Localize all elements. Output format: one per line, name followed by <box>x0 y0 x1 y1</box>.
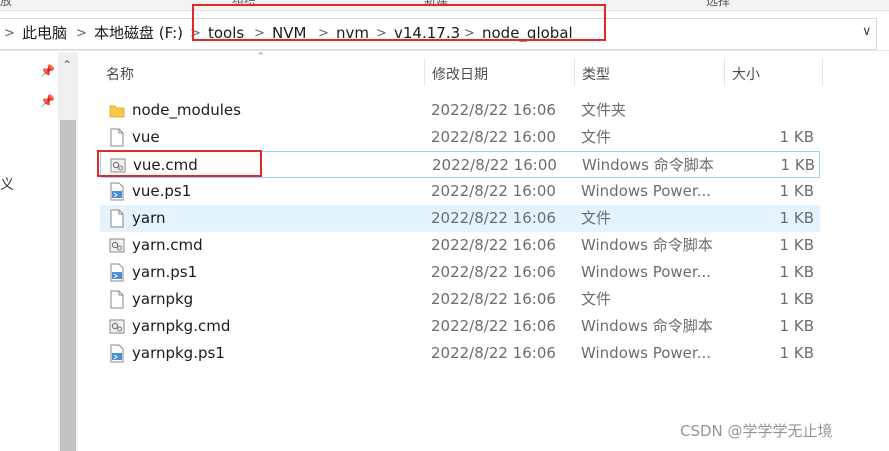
file-row-vue[interactable]: vue 2022/8/22 16:00 文件 1 KB <box>100 124 820 151</box>
chevron-right-icon[interactable]: > <box>76 24 87 44</box>
ribbon-label[interactable]: 选择 <box>706 0 730 9</box>
file-type: Windows 命令脚本 <box>581 317 713 335</box>
column-divider[interactable] <box>424 58 425 86</box>
file-type: Windows 命令脚本 <box>581 236 713 254</box>
file-date: 2022/8/22 16:06 <box>431 290 556 308</box>
nav-item-partial[interactable]: 义 <box>0 174 14 194</box>
file-icon <box>109 209 125 228</box>
file-icon <box>109 128 125 147</box>
file-size: 1 KB <box>779 263 814 281</box>
file-row-vue-ps1[interactable]: vue.ps1 2022/8/22 16:00 Windows Power...… <box>100 178 820 205</box>
file-size: 1 KB <box>779 236 814 254</box>
file-type: 文件夹 <box>581 101 627 119</box>
powershell-script-icon <box>109 344 125 363</box>
file-type: Windows Power... <box>581 182 712 200</box>
file-row-yarnpkg[interactable]: yarnpkg 2022/8/22 16:06 文件 1 KB <box>100 286 820 313</box>
file-name: node_modules <box>132 101 241 119</box>
pin-icon[interactable]: 📌 <box>40 94 55 108</box>
cmd-script-icon <box>109 317 125 336</box>
file-name: yarnpkg.cmd <box>132 317 231 335</box>
file-date: 2022/8/22 16:00 <box>432 156 557 174</box>
file-date: 2022/8/22 16:06 <box>431 209 556 227</box>
file-type: 文件 <box>581 128 612 146</box>
file-date: 2022/8/22 16:00 <box>431 182 556 200</box>
column-header-type[interactable]: 类型 <box>582 64 610 84</box>
watermark: CSDN @学学学无止境 <box>680 422 833 440</box>
nav-scrollbar[interactable]: ⌃ <box>58 52 78 451</box>
file-row-yarnpkg-ps1[interactable]: yarnpkg.ps1 2022/8/22 16:06 Windows Powe… <box>100 340 820 367</box>
cmd-script-icon <box>109 236 125 255</box>
powershell-script-icon <box>109 263 125 282</box>
column-divider[interactable] <box>724 58 725 86</box>
powershell-script-icon <box>109 182 125 201</box>
file-name: yarn <box>132 209 166 227</box>
file-size: 1 KB <box>779 317 814 335</box>
file-date: 2022/8/22 16:06 <box>431 101 556 119</box>
file-size: 1 KB <box>780 156 815 174</box>
sort-ascending-icon: ⌃ <box>256 50 266 63</box>
file-row-node-modules[interactable]: node_modules 2022/8/22 16:06 文件夹 <box>100 97 820 124</box>
column-header-size[interactable]: 大小 <box>732 64 760 84</box>
file-row-yarn[interactable]: yarn 2022/8/22 16:06 文件 1 KB <box>100 205 820 232</box>
file-name: yarn.ps1 <box>132 263 198 281</box>
breadcrumb-drive[interactable]: 本地磁盘 (F:) <box>94 23 183 43</box>
address-highlight-annotation <box>192 4 606 41</box>
file-date: 2022/8/22 16:00 <box>431 128 556 146</box>
file-date: 2022/8/22 16:06 <box>431 317 556 335</box>
file-name: yarnpkg.ps1 <box>132 344 225 362</box>
pin-icon[interactable]: 📌 <box>40 64 55 78</box>
column-header-date[interactable]: 修改日期 <box>432 64 488 84</box>
file-size: 1 KB <box>779 290 814 308</box>
chevron-down-icon[interactable]: ∨ <box>862 24 872 39</box>
file-size: 1 KB <box>779 128 814 146</box>
scroll-up-icon[interactable]: ⌃ <box>62 58 72 72</box>
file-name: yarnpkg <box>132 290 194 308</box>
column-header-name[interactable]: 名称 <box>106 64 134 84</box>
file-type: 文件 <box>581 290 612 308</box>
file-size: 1 KB <box>779 209 814 227</box>
breadcrumb-this-pc[interactable]: 此电脑 <box>22 23 67 43</box>
file-size: 1 KB <box>779 182 814 200</box>
file-date: 2022/8/22 16:06 <box>431 344 556 362</box>
ribbon-label[interactable]: 放 <box>0 0 12 9</box>
file-highlight-annotation <box>97 150 262 177</box>
chevron-right-icon[interactable]: > <box>4 24 15 44</box>
file-type: 文件 <box>581 209 612 227</box>
file-date: 2022/8/22 16:06 <box>431 236 556 254</box>
file-name: vue <box>132 128 160 146</box>
file-icon <box>109 290 125 309</box>
file-row-yarn-ps1[interactable]: yarn.ps1 2022/8/22 16:06 Windows Power..… <box>100 259 820 286</box>
file-name: yarn.cmd <box>132 236 203 254</box>
folder-icon <box>109 101 125 120</box>
navigation-pane: 📌 📌 义 <box>0 52 58 451</box>
column-divider[interactable] <box>574 58 575 86</box>
file-name: vue.ps1 <box>132 182 192 200</box>
file-type: Windows 命令脚本 <box>582 156 714 174</box>
file-type: Windows Power... <box>581 263 712 281</box>
file-row-yarn-cmd[interactable]: yarn.cmd 2022/8/22 16:06 Windows 命令脚本 1 … <box>100 232 820 259</box>
column-divider[interactable] <box>822 58 823 86</box>
scrollbar-thumb[interactable] <box>60 120 76 451</box>
file-size: 1 KB <box>779 344 814 362</box>
file-row-yarnpkg-cmd[interactable]: yarnpkg.cmd 2022/8/22 16:06 Windows 命令脚本… <box>100 313 820 340</box>
file-type: Windows Power... <box>581 344 712 362</box>
file-date: 2022/8/22 16:06 <box>431 263 556 281</box>
